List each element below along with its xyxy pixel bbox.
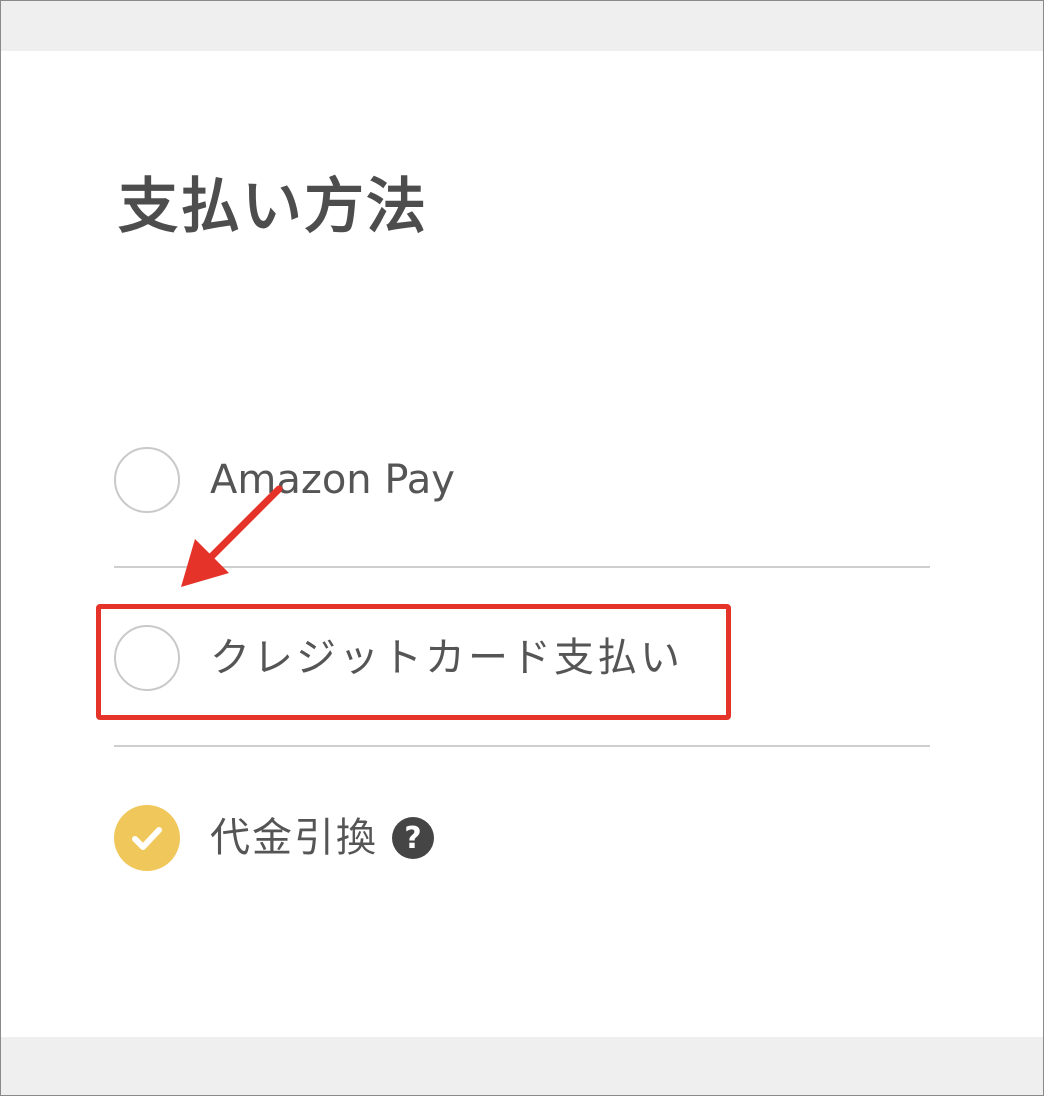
question-circle-icon[interactable]: ? — [392, 817, 434, 859]
radio-button-credit-card[interactable] — [114, 625, 180, 691]
radio-button-cash-on-delivery[interactable] — [114, 805, 180, 871]
divider — [114, 745, 930, 747]
payment-option-label: Amazon Pay — [210, 457, 455, 503]
payment-option-credit-card[interactable]: クレジットカード支払い — [114, 625, 683, 691]
divider — [114, 566, 930, 568]
top-bar — [1, 1, 1043, 51]
payment-option-cash-on-delivery[interactable]: 代金引換 ? — [114, 805, 434, 871]
payment-option-label: 代金引換 — [210, 815, 378, 861]
checkmark-icon — [114, 805, 180, 871]
page-title: 支払い方法 — [118, 172, 428, 242]
app-window: 支払い方法 Amazon Pay クレジットカード支払い 代金引換 ? — [0, 0, 1044, 1096]
payment-option-label: クレジットカード支払い — [210, 635, 683, 681]
radio-button-amazon-pay[interactable] — [114, 447, 180, 513]
bottom-bar — [1, 1037, 1043, 1095]
payment-option-amazon-pay[interactable]: Amazon Pay — [114, 447, 455, 513]
